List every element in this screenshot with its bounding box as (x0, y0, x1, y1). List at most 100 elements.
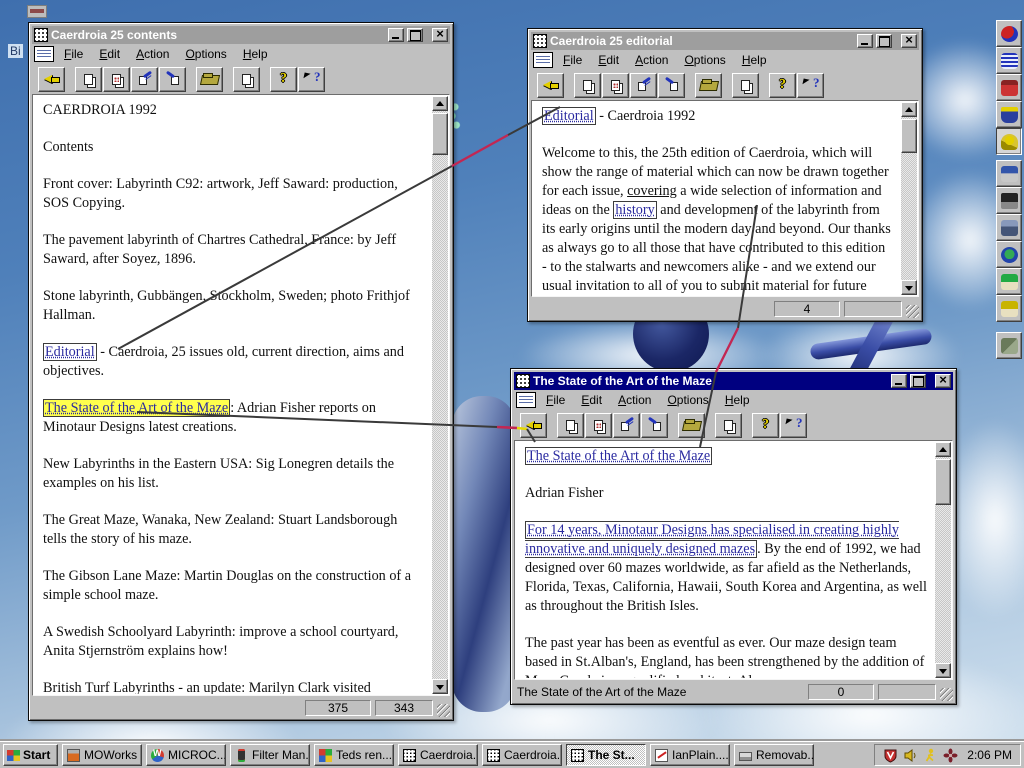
strip-button-toolbox[interactable] (996, 74, 1022, 101)
copy-button[interactable] (233, 66, 260, 92)
desktop-icon-label[interactable]: Bi (8, 44, 23, 58)
history-link[interactable]: history (613, 201, 657, 219)
link-back-button[interactable] (159, 66, 186, 92)
help-button[interactable]: ? (270, 66, 297, 92)
strip-button-printer[interactable] (996, 214, 1022, 241)
resize-grip[interactable] (437, 704, 450, 717)
task-microc[interactable]: MICROC... (146, 744, 226, 766)
document-icon[interactable] (533, 52, 553, 68)
open-button[interactable] (695, 72, 722, 98)
copy-button[interactable] (732, 72, 759, 98)
document-icon[interactable] (516, 392, 536, 408)
link-forward-button[interactable] (630, 72, 657, 98)
context-help-button[interactable] (797, 72, 824, 98)
back-button[interactable] (520, 412, 547, 438)
minimized-window-icon[interactable] (27, 5, 47, 18)
strip-button-laptop[interactable] (996, 187, 1022, 214)
scroll-down-icon[interactable] (432, 679, 448, 694)
link-back-button[interactable] (641, 412, 668, 438)
menu-options[interactable]: Options (678, 52, 731, 68)
maximize-button[interactable] (910, 374, 926, 388)
start-button[interactable]: Start (3, 744, 58, 766)
state-of-art-heading-link[interactable]: The State of the Art of the Maze (525, 447, 713, 465)
resize-grip[interactable] (940, 688, 953, 701)
strip-button-hand-df[interactable] (996, 295, 1022, 322)
scroll-down-icon[interactable] (901, 280, 917, 295)
menu-help[interactable]: Help (719, 392, 756, 408)
replace-page-button[interactable] (585, 412, 612, 438)
task-moworks[interactable]: MOWorks (62, 744, 142, 766)
walking-person-icon[interactable] (923, 748, 938, 763)
task-teds[interactable]: Teds ren... (314, 744, 394, 766)
menu-options[interactable]: Options (661, 392, 714, 408)
minimize-button[interactable] (388, 28, 404, 42)
document-pane[interactable]: The State of the Art of the Maze Adrian … (516, 442, 935, 678)
strip-button-disk[interactable] (996, 160, 1022, 187)
scroll-thumb[interactable] (935, 459, 951, 505)
scroll-down-icon[interactable] (935, 663, 951, 678)
task-the-state[interactable]: The St... (566, 744, 646, 766)
strip-button-wallet[interactable] (996, 332, 1022, 359)
menu-file[interactable]: File (540, 392, 571, 408)
document-pane[interactable]: CAERDROIA 1992 Contents Front cover: Lab… (34, 96, 432, 694)
vertical-scrollbar[interactable] (935, 442, 951, 678)
strip-button-cable[interactable] (996, 128, 1022, 155)
strip-button-beetle[interactable] (996, 20, 1022, 47)
copy-page-button[interactable] (557, 412, 584, 438)
open-button[interactable] (196, 66, 223, 92)
menu-file[interactable]: File (58, 46, 89, 62)
maximize-button[interactable] (407, 28, 423, 42)
scroll-up-icon[interactable] (901, 102, 917, 117)
task-caerdroia-1[interactable]: Caerdroia... (398, 744, 478, 766)
editorial-link[interactable]: Editorial (542, 107, 596, 125)
maximize-button[interactable] (876, 34, 892, 48)
speaker-icon[interactable] (903, 748, 918, 763)
vertical-scrollbar[interactable] (901, 102, 917, 295)
menu-action[interactable]: Action (612, 392, 657, 408)
guide-doc-icon[interactable] (34, 28, 48, 42)
guide-doc-icon[interactable] (533, 34, 547, 48)
task-ianplain[interactable]: IanPlain.... (650, 744, 730, 766)
antivirus-shield-icon[interactable] (883, 748, 898, 763)
editorial-link[interactable]: Editorial (43, 343, 97, 361)
strip-button-globe[interactable] (996, 241, 1022, 268)
scroll-thumb[interactable] (432, 113, 448, 155)
minimize-button[interactable] (857, 34, 873, 48)
menu-edit[interactable]: Edit (592, 52, 625, 68)
scroll-up-icon[interactable] (935, 442, 951, 457)
titlebar[interactable]: Caerdroia 25 editorial (531, 32, 919, 50)
menu-help[interactable]: Help (736, 52, 773, 68)
context-help-button[interactable] (298, 66, 325, 92)
back-button[interactable] (537, 72, 564, 98)
close-button[interactable] (432, 26, 448, 42)
open-button[interactable] (678, 412, 705, 438)
document-icon[interactable] (34, 46, 54, 62)
link-back-button[interactable] (658, 72, 685, 98)
titlebar[interactable]: Caerdroia 25 contents (32, 26, 450, 44)
menu-options[interactable]: Options (179, 46, 232, 62)
titlebar[interactable]: The State of the Art of the Maze (514, 372, 953, 390)
help-button[interactable]: ? (769, 72, 796, 98)
task-filter-manager[interactable]: Filter Man... (230, 744, 310, 766)
state-of-art-link[interactable]: The State of the Art of the Maze (43, 399, 231, 417)
guide-doc-icon[interactable] (516, 374, 530, 388)
copy-button[interactable] (715, 412, 742, 438)
minimize-button[interactable] (891, 374, 907, 388)
task-caerdroia-2[interactable]: Caerdroia... (482, 744, 562, 766)
context-help-button[interactable] (780, 412, 807, 438)
back-button[interactable] (38, 66, 65, 92)
vertical-scrollbar[interactable] (432, 96, 448, 694)
strip-button-hand-on[interactable] (996, 268, 1022, 295)
menu-help[interactable]: Help (237, 46, 274, 62)
scroll-up-icon[interactable] (432, 96, 448, 111)
replace-page-button[interactable] (602, 72, 629, 98)
help-button[interactable]: ? (752, 412, 779, 438)
strip-button-spring[interactable] (996, 47, 1022, 74)
close-button[interactable] (901, 32, 917, 48)
scroll-thumb[interactable] (901, 119, 917, 153)
resize-grip[interactable] (906, 305, 919, 318)
menu-edit[interactable]: Edit (575, 392, 608, 408)
menu-file[interactable]: File (557, 52, 588, 68)
replace-page-button[interactable] (103, 66, 130, 92)
task-removable[interactable]: Removab... (734, 744, 814, 766)
